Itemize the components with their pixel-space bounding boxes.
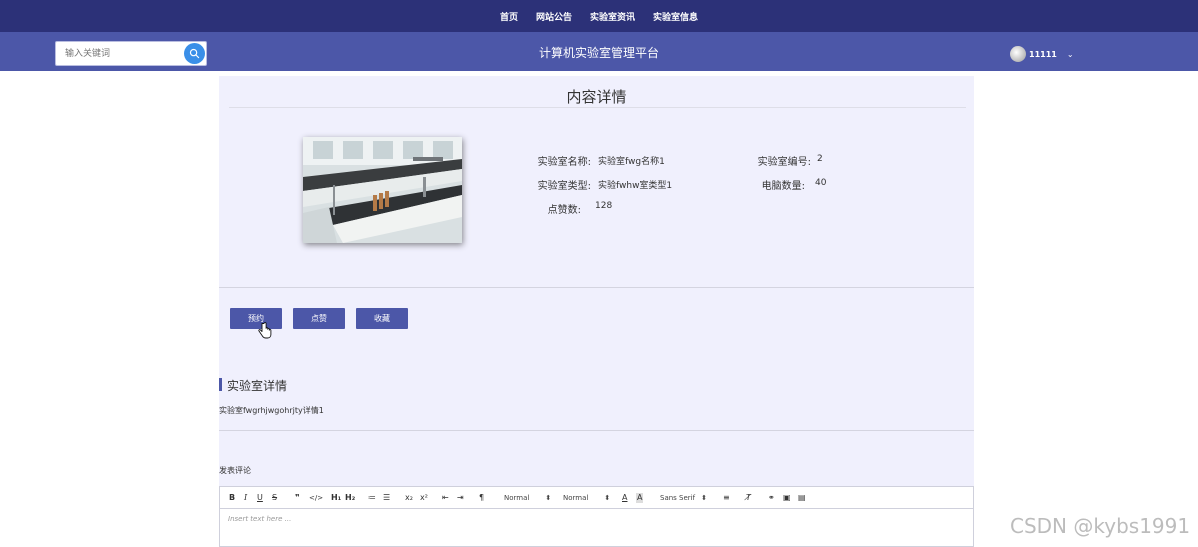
blockquote-icon[interactable]: ❞ bbox=[295, 493, 300, 503]
bold-icon[interactable]: B bbox=[229, 493, 235, 503]
superscript-icon[interactable]: x² bbox=[420, 493, 428, 503]
editor-toolbar: B I U S ❞ </> H₁ H₂ ≔ ☰ x₂ x² ⇤ ⇥ ¶ Norm… bbox=[220, 487, 973, 509]
lab-name-value: 实验室fwg名称1 bbox=[598, 157, 665, 167]
video-icon[interactable]: ▤ bbox=[798, 493, 806, 503]
clear-format-icon[interactable]: T̸ bbox=[746, 493, 751, 503]
nav-item-lab-news[interactable]: 实验室资讯 bbox=[590, 10, 635, 23]
heading2-icon[interactable]: H₂ bbox=[345, 493, 355, 503]
reserve-button[interactable]: 预约 bbox=[230, 308, 282, 329]
user-menu[interactable]: 11111 ⌄ bbox=[1010, 46, 1074, 62]
italic-icon[interactable]: I bbox=[244, 493, 247, 503]
top-nav: 首页 网站公告 实验室资讯 实验室信息 bbox=[0, 0, 1198, 32]
nav-item-notices[interactable]: 网站公告 bbox=[536, 10, 572, 23]
watermark: CSDN @kybs1991 bbox=[1010, 514, 1191, 538]
bullet-list-icon[interactable]: ☰ bbox=[383, 493, 390, 503]
likes-value: 128 bbox=[595, 201, 613, 211]
comment-label: 发表评论 bbox=[219, 466, 251, 475]
divider bbox=[219, 430, 974, 431]
lab-number-label: 实验室编号: bbox=[757, 157, 811, 168]
lab-photo bbox=[303, 137, 462, 243]
background-color-icon[interactable]: A bbox=[636, 493, 644, 503]
font-select[interactable]: Sans Serif ⬍ bbox=[660, 493, 707, 503]
like-button[interactable]: 点赞 bbox=[293, 308, 345, 329]
lab-number-value: 2 bbox=[817, 154, 823, 164]
indent-icon[interactable]: ⇥ bbox=[457, 493, 464, 503]
comment-editor: B I U S ❞ </> H₁ H₂ ≔ ☰ x₂ x² ⇤ ⇥ ¶ Norm… bbox=[219, 486, 974, 547]
chevron-down-icon: ⌄ bbox=[1066, 49, 1074, 59]
hand-cursor-icon bbox=[258, 322, 272, 339]
link-icon[interactable]: ⚭ bbox=[768, 493, 775, 503]
username: 11111 bbox=[1029, 49, 1057, 59]
subscript-icon[interactable]: x₂ bbox=[405, 493, 413, 503]
lab-type-value: 实验fwhw室类型1 bbox=[598, 181, 673, 191]
detail-panel: 内容详情 实验室名称: 实验室fwg名称1 实验室编号: 2 实验室类型: 实验… bbox=[219, 76, 974, 547]
lab-type-label: 实验室类型: bbox=[537, 181, 591, 192]
section-title: 实验室详情 bbox=[227, 379, 288, 393]
image-icon[interactable]: ▣ bbox=[783, 493, 791, 503]
code-icon[interactable]: </> bbox=[309, 493, 323, 503]
ordered-list-icon[interactable]: ≔ bbox=[368, 493, 376, 503]
section-marker bbox=[219, 378, 222, 391]
size-select[interactable]: Normal ⬍ bbox=[563, 493, 610, 503]
lab-name-label: 实验室名称: bbox=[537, 157, 591, 168]
text-direction-icon[interactable]: ¶ bbox=[479, 493, 484, 503]
outdent-icon[interactable]: ⇤ bbox=[442, 493, 449, 503]
lab-description: 实验室fwgrhjwgohrjty详情1 bbox=[219, 406, 324, 415]
computers-value: 40 bbox=[815, 178, 827, 188]
nav-item-home[interactable]: 首页 bbox=[500, 10, 518, 23]
nav-item-lab-info[interactable]: 实验室信息 bbox=[653, 10, 698, 23]
header-select[interactable]: Normal ⬍ bbox=[504, 493, 551, 503]
text-color-icon[interactable]: A bbox=[622, 493, 627, 503]
page-title: 内容详情 bbox=[566, 88, 627, 106]
computers-label: 电脑数量: bbox=[761, 181, 805, 192]
strike-icon[interactable]: S bbox=[272, 493, 277, 503]
avatar bbox=[1010, 46, 1026, 62]
header-bar: 计算机实验室管理平台 11111 ⌄ bbox=[0, 32, 1198, 71]
favorite-button[interactable]: 收藏 bbox=[356, 308, 408, 329]
divider bbox=[219, 287, 974, 288]
editor-placeholder[interactable]: Insert text here ... bbox=[228, 515, 291, 523]
title-divider bbox=[229, 107, 966, 108]
align-icon[interactable]: ≡ bbox=[723, 493, 730, 503]
heading1-icon[interactable]: H₁ bbox=[331, 493, 341, 503]
underline-icon[interactable]: U bbox=[257, 493, 263, 503]
likes-label: 点赞数: bbox=[547, 205, 581, 216]
